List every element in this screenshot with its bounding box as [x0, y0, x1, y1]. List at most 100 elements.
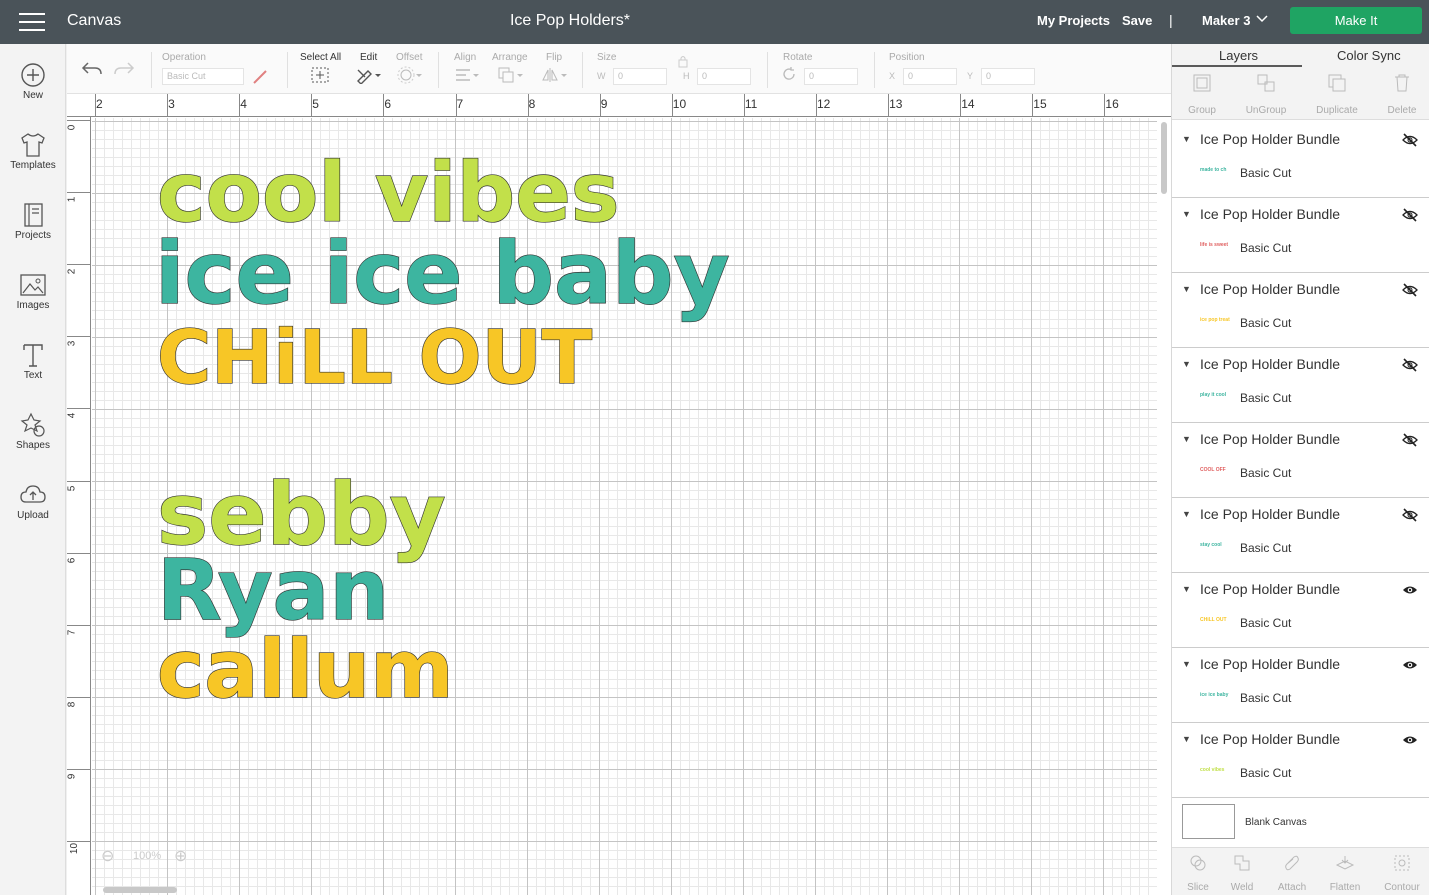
height-input[interactable]: 0: [697, 68, 751, 85]
blank-canvas-swatch[interactable]: [1182, 804, 1235, 839]
eye-hidden-icon[interactable]: [1402, 358, 1418, 377]
caret-down-icon[interactable]: ▼: [1182, 509, 1191, 519]
layer-operation: Basic Cut: [1240, 541, 1292, 555]
sidebar-item-new[interactable]: New: [0, 62, 66, 126]
sidebar-item-shapes[interactable]: Shapes: [0, 412, 66, 476]
x-input[interactable]: 0: [903, 68, 957, 85]
weld-icon: [1234, 855, 1250, 871]
layer-thumbnail: stay cool: [1200, 542, 1222, 548]
make-it-button[interactable]: Make It: [1290, 7, 1422, 34]
eye-icon[interactable]: [1402, 658, 1418, 677]
save-button[interactable]: Save: [1122, 13, 1152, 28]
eye-hidden-icon[interactable]: [1402, 208, 1418, 227]
eye-hidden-icon[interactable]: [1402, 133, 1418, 152]
eye-hidden-icon[interactable]: [1402, 508, 1418, 527]
pen-icon[interactable]: [251, 68, 269, 91]
eye-icon[interactable]: [1402, 733, 1418, 752]
caret-down-icon[interactable]: ▼: [1182, 284, 1191, 294]
tab-layers[interactable]: Layers: [1219, 48, 1258, 63]
shapes-icon: [20, 412, 45, 437]
width-input[interactable]: 0: [613, 68, 667, 85]
design-canvas[interactable]: 2 3 4 5 6 7 8 9 10 11 12 13 14 15 16 0 1 2 3 4 5 6 7 8 9 10 cool…: [67, 94, 1171, 895]
rotate-icon[interactable]: [781, 66, 797, 87]
chevron-down-icon[interactable]: [1256, 12, 1268, 27]
layer-tools: Group UnGroup Duplicate Delete: [1172, 68, 1429, 120]
panel-tabs: Layers Color Sync: [1172, 44, 1429, 68]
eye-icon[interactable]: [1402, 583, 1418, 602]
caret-down-icon[interactable]: ▼: [1182, 134, 1191, 144]
tab-color-sync[interactable]: Color Sync: [1337, 48, 1401, 63]
layer-group[interactable]: ▼ Ice Pop Holder Bundle ice ice baby Basic …: [1172, 648, 1429, 723]
delete-button[interactable]: Delete: [1372, 72, 1429, 116]
caret-down-icon[interactable]: ▼: [1182, 434, 1191, 444]
canvas-text-chill-out[interactable]: CHiLL OUT: [156, 314, 593, 401]
ungroup-button[interactable]: UnGroup: [1236, 72, 1296, 116]
sidebar-item-images[interactable]: Images: [0, 272, 66, 336]
trash-icon: [1395, 74, 1409, 92]
cloud-upload-icon: [20, 485, 46, 503]
select-all-icon[interactable]: [310, 66, 330, 89]
topbar-divider: |: [1169, 12, 1173, 28]
layer-group[interactable]: ▼ Ice Pop Holder Bundle ice pop treat Basic…: [1172, 273, 1429, 348]
layer-group[interactable]: ▼ Ice Pop Holder Bundle stay cool Basic Cut: [1172, 498, 1429, 573]
layer-group[interactable]: ▼ Ice Pop Holder Bundle made to ch Basic Cu…: [1172, 123, 1429, 198]
canvas-artwork: cool vibes ice ice baby CHiLL OUT sebby …: [154, 145, 730, 716]
operation-label: Operation: [162, 52, 206, 63]
duplicate-button[interactable]: Duplicate: [1307, 72, 1367, 116]
layer-thumbnail: life is sweet: [1200, 242, 1229, 248]
attach-button[interactable]: Attach: [1266, 853, 1318, 893]
vertical-scrollbar[interactable]: [1161, 122, 1167, 194]
arrange-icon[interactable]: [497, 66, 525, 89]
document-title: Ice Pop Holders*: [509, 12, 631, 29]
layer-group-title: Ice Pop Holder Bundle: [1200, 731, 1341, 747]
caret-down-icon[interactable]: ▼: [1182, 584, 1191, 594]
layer-group-title: Ice Pop Holder Bundle: [1200, 356, 1341, 372]
flatten-icon: [1335, 856, 1355, 870]
eye-hidden-icon[interactable]: [1402, 283, 1418, 302]
layer-thumbnail: made to ch: [1200, 167, 1227, 173]
layer-group[interactable]: ▼ Ice Pop Holder Bundle play it cool Basic …: [1172, 348, 1429, 423]
sidebar-label: Projects: [14, 230, 52, 241]
weld-button[interactable]: Weld: [1216, 853, 1268, 893]
sidebar-item-upload[interactable]: Upload: [0, 482, 66, 546]
flatten-button[interactable]: Flatten: [1319, 853, 1371, 893]
undo-icon[interactable]: [81, 60, 103, 83]
canvas-text-ice-ice-baby[interactable]: ice ice baby: [154, 223, 730, 324]
flip-icon[interactable]: [541, 66, 569, 89]
layer-operation: Basic Cut: [1240, 391, 1292, 405]
layer-operation: Basic Cut: [1240, 466, 1292, 480]
operation-select[interactable]: Basic Cut: [162, 68, 244, 85]
layer-group[interactable]: ▼ Ice Pop Holder Bundle CHiLL OUT Basic Cut: [1172, 573, 1429, 648]
bottom-tools: Slice Weld Attach Flatten Contour: [1172, 847, 1429, 895]
caret-down-icon[interactable]: ▼: [1182, 734, 1191, 744]
layer-group[interactable]: ▼ Ice Pop Holder Bundle COOL OFF Basic Cut: [1172, 423, 1429, 498]
y-input[interactable]: 0: [981, 68, 1035, 85]
zoom-in-icon[interactable]: ⊕: [174, 846, 187, 866]
edit-icon[interactable]: [355, 66, 383, 89]
rotate-input[interactable]: 0: [804, 68, 858, 85]
machine-select[interactable]: Maker 3: [1202, 13, 1250, 28]
contour-button[interactable]: Contour: [1376, 853, 1428, 893]
canvas-text-callum[interactable]: callum: [156, 622, 454, 716]
caret-down-icon[interactable]: ▼: [1182, 659, 1191, 669]
align-icon[interactable]: [454, 66, 480, 89]
redo-icon[interactable]: [113, 60, 135, 83]
zoom-out-icon[interactable]: ⊖: [101, 846, 114, 866]
sidebar-item-text[interactable]: Text: [0, 342, 66, 406]
group-icon: [1193, 74, 1211, 92]
my-projects-link[interactable]: My Projects: [1037, 13, 1110, 28]
horizontal-scrollbar[interactable]: [103, 887, 177, 893]
zoom-level: 100%: [133, 850, 162, 862]
eye-hidden-icon[interactable]: [1402, 433, 1418, 452]
caret-down-icon[interactable]: ▼: [1182, 209, 1191, 219]
layer-operation: Basic Cut: [1240, 616, 1292, 630]
sidebar-item-projects[interactable]: Projects: [0, 202, 66, 266]
caret-down-icon[interactable]: ▼: [1182, 359, 1191, 369]
group-button[interactable]: Group: [1172, 72, 1232, 116]
layer-group[interactable]: ▼ Ice Pop Holder Bundle life is sweet Basic…: [1172, 198, 1429, 273]
layer-group-title: Ice Pop Holder Bundle: [1200, 431, 1341, 447]
layer-group[interactable]: ▼ Ice Pop Holder Bundle cool vibes Basic Cu…: [1172, 723, 1429, 798]
duplicate-icon: [1328, 74, 1346, 92]
sidebar-item-templates[interactable]: Templates: [0, 132, 66, 196]
offset-icon[interactable]: [397, 66, 423, 89]
